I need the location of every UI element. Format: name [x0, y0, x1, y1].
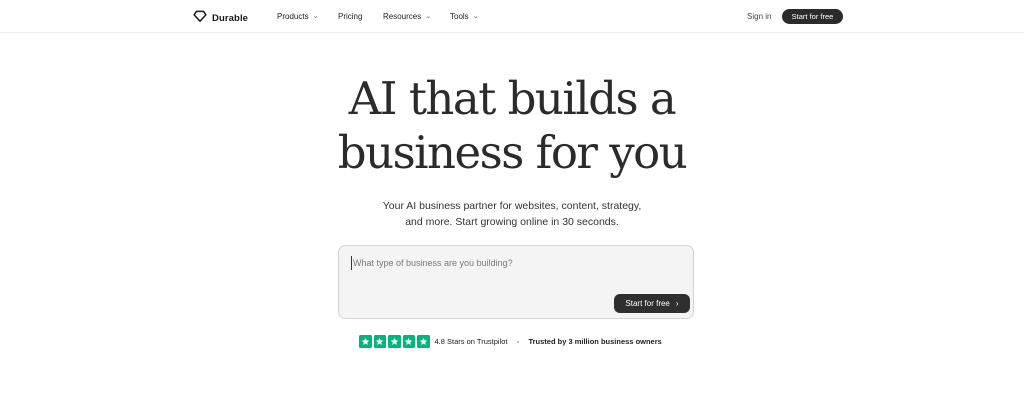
- logo-text: Durable: [212, 13, 249, 24]
- nav-tools[interactable]: Tools ⌄: [450, 12, 479, 21]
- site-header: Durable Products ⌄ Pricing Resources ⌄ T…: [0, 0, 1024, 33]
- star-icon: [359, 335, 372, 348]
- business-type-input[interactable]: [351, 256, 651, 270]
- chevron-right-icon: ›: [675, 299, 679, 308]
- chevron-down-icon: ⌄: [472, 13, 479, 20]
- hero-subtitle: Your AI business partner for websites, c…: [312, 198, 712, 230]
- start-for-free-submit-button[interactable]: Start for free ›: [614, 294, 690, 313]
- nav-resources-label: Resources: [383, 12, 422, 21]
- trusted-by-text: Trusted by 3 million business owners: [528, 337, 662, 346]
- business-prompt-box[interactable]: Start for free ›: [338, 245, 694, 319]
- start-for-free-header-button[interactable]: Start for free: [782, 9, 843, 24]
- nav-products[interactable]: Products ⌄: [277, 12, 318, 21]
- nav-tools-label: Tools: [450, 12, 469, 21]
- trust-row: 4.8 Stars on Trustpilot Trusted by 3 mil…: [359, 335, 662, 348]
- chevron-down-icon: ⌄: [425, 13, 432, 20]
- logo[interactable]: Durable: [193, 9, 248, 28]
- nav-resources[interactable]: Resources ⌄: [383, 12, 431, 21]
- sign-in-link[interactable]: Sign in: [747, 12, 771, 21]
- nav-pricing-label: Pricing: [338, 12, 363, 21]
- chevron-down-icon: ⌄: [312, 13, 319, 20]
- star-icon: [388, 335, 401, 348]
- hero-subtitle-line-1: Your AI business partner for websites, c…: [382, 200, 642, 212]
- hero-title-line-1: AI that builds a: [348, 72, 677, 125]
- trustpilot-rating-text[interactable]: 4.8 Stars on Trustpilot: [435, 337, 508, 346]
- hero-subtitle-line-2: and more. Start growing online in 30 sec…: [405, 216, 619, 228]
- hero-title-line-2: business for you: [337, 126, 688, 179]
- diamond-logo-icon: [193, 9, 207, 28]
- nav-pricing[interactable]: Pricing: [338, 12, 362, 21]
- star-icon: [373, 335, 386, 348]
- separator-dot: [517, 340, 520, 343]
- nav-products-label: Products: [277, 12, 309, 21]
- trustpilot-stars[interactable]: [359, 335, 430, 348]
- start-for-free-label: Start for free: [625, 299, 670, 308]
- hero-title: AI that builds a business for you: [312, 72, 712, 180]
- star-icon: [417, 335, 430, 348]
- star-icon: [402, 335, 415, 348]
